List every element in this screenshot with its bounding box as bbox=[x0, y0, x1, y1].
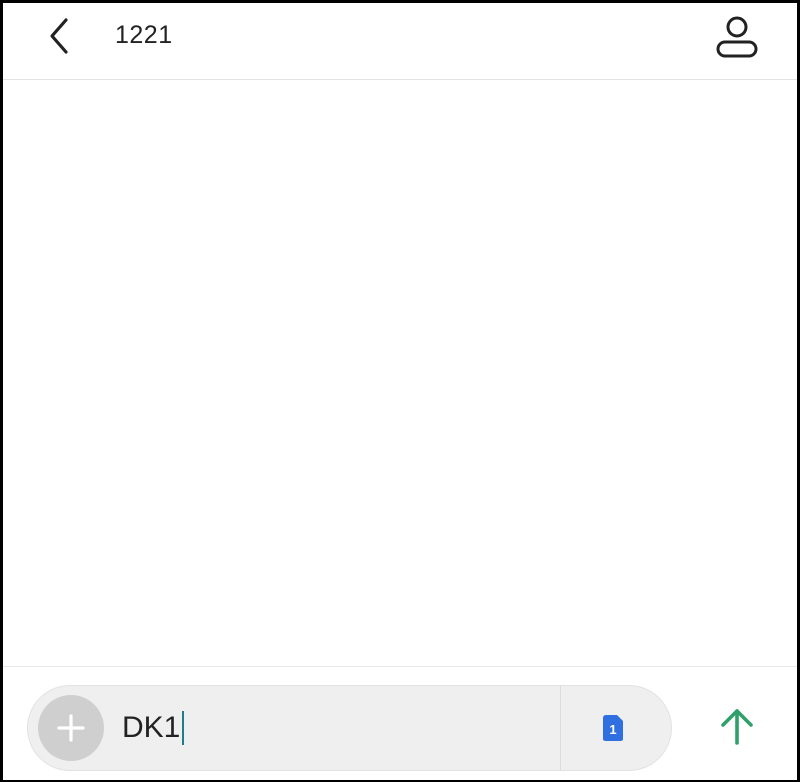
arrow-up-icon bbox=[721, 709, 753, 745]
message-input-pill: DK1 1 bbox=[27, 685, 672, 771]
message-input-value: DK1 bbox=[122, 711, 181, 744]
back-button[interactable] bbox=[39, 13, 79, 59]
composer-bar: DK1 1 bbox=[3, 666, 797, 780]
message-list bbox=[3, 80, 797, 666]
text-caret bbox=[182, 711, 185, 745]
message-input[interactable]: DK1 bbox=[122, 706, 542, 750]
send-button[interactable] bbox=[709, 699, 765, 753]
sim-select-button[interactable]: 1 bbox=[598, 710, 628, 746]
contact-button[interactable] bbox=[711, 13, 763, 61]
conversation-title: 1221 bbox=[115, 21, 173, 49]
chevron-left-icon bbox=[50, 18, 68, 54]
attach-button[interactable] bbox=[38, 695, 104, 761]
pill-divider bbox=[560, 686, 561, 770]
sim-card-icon: 1 bbox=[603, 715, 623, 741]
plus-icon bbox=[57, 714, 85, 742]
person-icon bbox=[716, 16, 758, 58]
top-bar: 1221 bbox=[3, 3, 797, 80]
sim-badge-label: 1 bbox=[609, 722, 616, 737]
app-frame: 1221 DK1 1 bbox=[0, 0, 800, 782]
